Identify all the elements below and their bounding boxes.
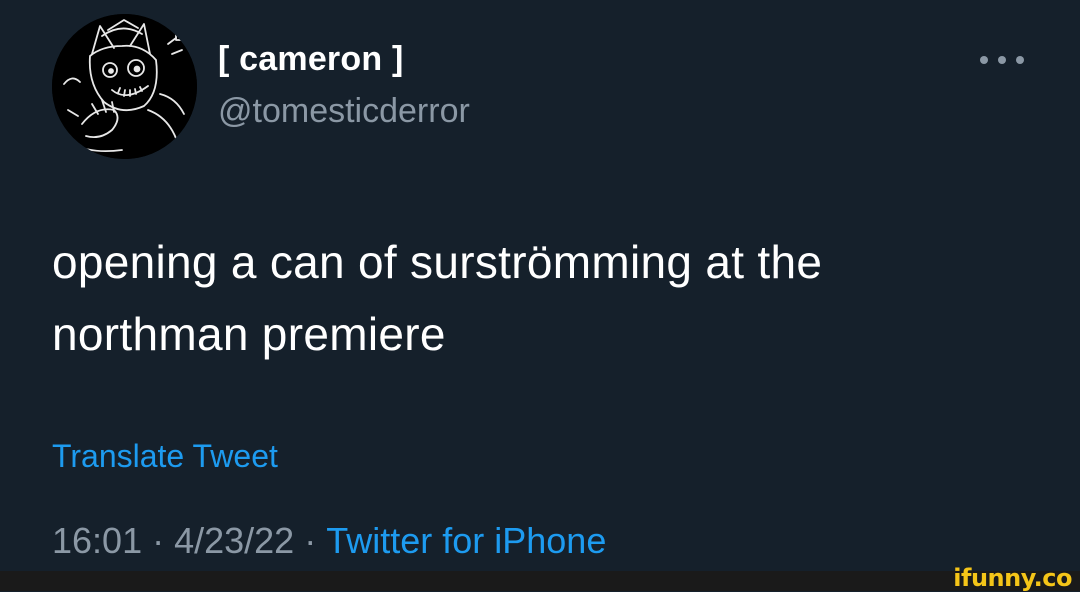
watermark-logo: ifunny.co (953, 564, 1072, 592)
user-handle[interactable]: @tomesticderror (218, 92, 470, 131)
display-name[interactable]: [ cameron ] (218, 40, 403, 79)
tweet-source-link[interactable]: Twitter for iPhone (326, 520, 606, 561)
tweet-date[interactable]: 4/23/22 (174, 520, 294, 561)
avatar[interactable] (52, 14, 197, 159)
tweet-meta: 16:01 · 4/23/22 · Twitter for iPhone (52, 520, 606, 562)
separator: · (152, 520, 165, 561)
more-options-icon[interactable] (980, 48, 1024, 72)
cartoon-cat-avatar-icon (52, 14, 197, 159)
dot (980, 56, 988, 64)
tweet-card: [ cameron ] @tomesticderror opening a ca… (0, 0, 1080, 571)
tweet-text-line: opening a can of surströmming at the (52, 236, 823, 288)
footer-bar (0, 571, 1080, 591)
dot (1016, 56, 1024, 64)
tweet-time[interactable]: 16:01 (52, 520, 142, 561)
tweet-text: opening a can of surströmming at the nor… (52, 226, 1042, 370)
separator: · (304, 520, 317, 561)
translate-tweet-link[interactable]: Translate Tweet (52, 438, 278, 475)
dot (998, 56, 1006, 64)
tweet-text-line: northman premiere (52, 308, 446, 360)
